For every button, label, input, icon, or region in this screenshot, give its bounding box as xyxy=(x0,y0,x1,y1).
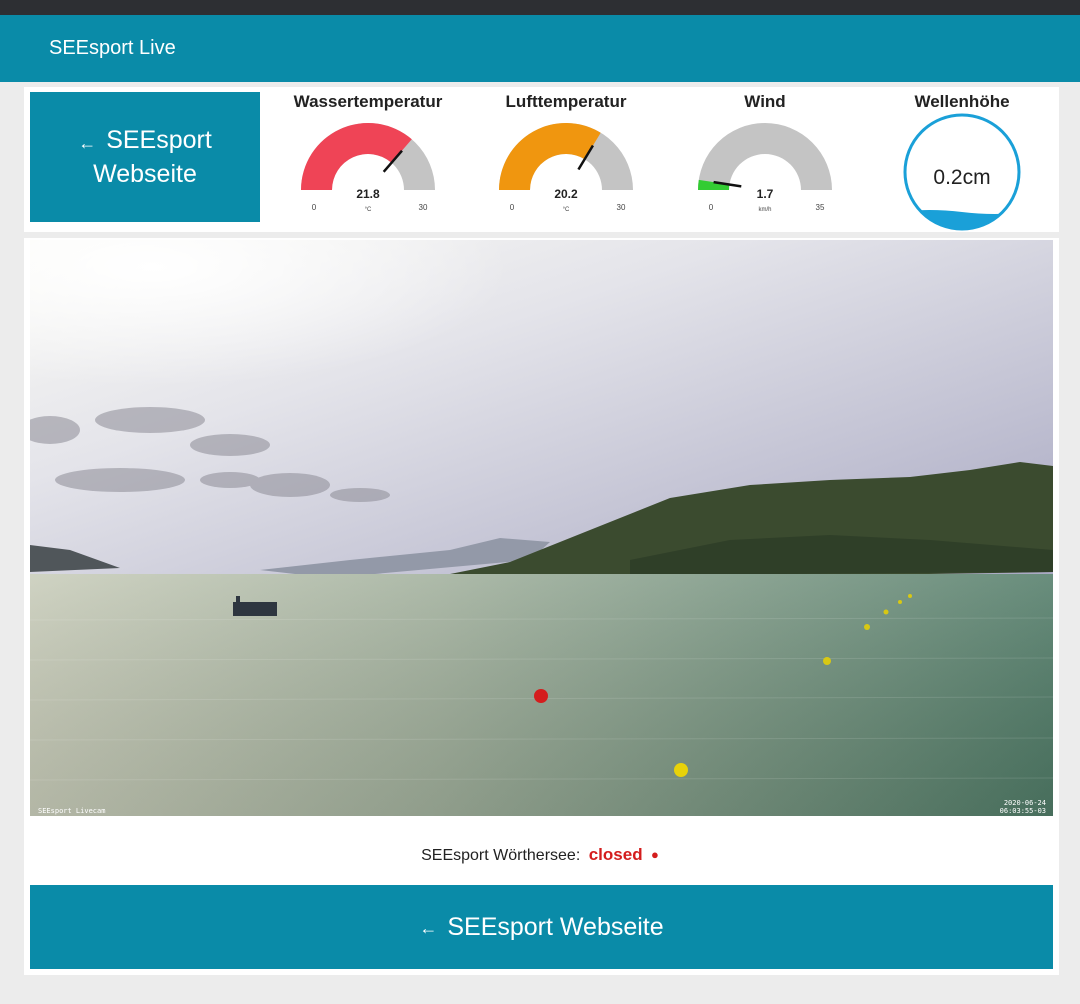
gauge-max: 30 xyxy=(617,203,626,212)
website-button-top-label: ← SEEsport Webseite xyxy=(78,126,212,188)
website-button-top[interactable]: ← SEEsport Webseite xyxy=(30,92,260,222)
gauge-dial: 20.2 °C 0 30 xyxy=(499,122,633,213)
website-button-bottom[interactable]: ← SEEsport Webseite xyxy=(30,885,1053,969)
gauge-min: 0 xyxy=(709,203,714,212)
gauge-unit: °C xyxy=(365,207,372,213)
wave-ring: 0.2cm xyxy=(903,113,1021,231)
status-label: SEEsport Wörthersee: xyxy=(421,847,581,864)
webcam-date: 2020-06-24 xyxy=(1004,799,1046,807)
gauge-title: Wassertemperatur xyxy=(293,92,443,111)
arrow-left-icon: ← xyxy=(419,917,438,938)
webcam-watermark: SEEsport Livecam xyxy=(38,807,105,815)
gauge-value: 1.7 xyxy=(757,187,774,201)
gauge-title: Wind xyxy=(744,92,786,111)
gauge-air-temperature: Lufttemperatur 20.2 °C 0 30 xyxy=(481,90,651,230)
status-value: closed xyxy=(588,845,643,864)
status-dot-icon: ● xyxy=(651,847,659,862)
gauge-title: Lufttemperatur xyxy=(505,92,627,111)
gauge-wind: Wind 1.7 km/h 0 35 xyxy=(680,90,850,230)
gauge-unit: km/h xyxy=(758,207,771,213)
gauge-value: 20.2 xyxy=(554,187,578,201)
gauge-min: 0 xyxy=(312,203,317,212)
lake-scene: SEEsport Livecam 2020-06-24 06:03:55-03 xyxy=(30,240,1053,816)
gauge-max: 30 xyxy=(419,203,428,212)
system-status-strip xyxy=(0,0,1080,15)
gauge-value: 21.8 xyxy=(356,187,380,201)
gauge-dial: 21.8 °C 0 30 xyxy=(301,123,435,213)
wave-height-widget: Wellenhöhe 0.2cm xyxy=(877,90,1047,232)
wave-value: 0.2cm xyxy=(933,166,990,189)
gauge-min: 0 xyxy=(510,203,515,212)
gauge-track xyxy=(698,123,832,190)
gauge-dial: 1.7 km/h 0 35 xyxy=(698,123,832,213)
gauge-max: 35 xyxy=(816,203,825,212)
gauge-unit: °C xyxy=(563,207,570,213)
divider xyxy=(24,232,1059,238)
gauge-fill xyxy=(301,123,412,190)
app-bar: SEEsport Live xyxy=(0,15,1080,82)
gauge-water-temperature: Wassertemperatur 21.8 °C 0 30 xyxy=(283,90,453,230)
wave-title: Wellenhöhe xyxy=(914,92,1010,111)
status-line: SEEsport Wörthersee: closed ● xyxy=(0,845,1080,865)
app-title: SEEsport Live xyxy=(49,37,176,59)
webcam-image: SEEsport Livecam 2020-06-24 06:03:55-03 xyxy=(30,240,1053,816)
webcam-time: 06:03:55-03 xyxy=(1000,807,1046,815)
website-button-bottom-label: SEEsport Webseite xyxy=(447,912,664,941)
arrow-left-icon: ← xyxy=(78,133,97,153)
